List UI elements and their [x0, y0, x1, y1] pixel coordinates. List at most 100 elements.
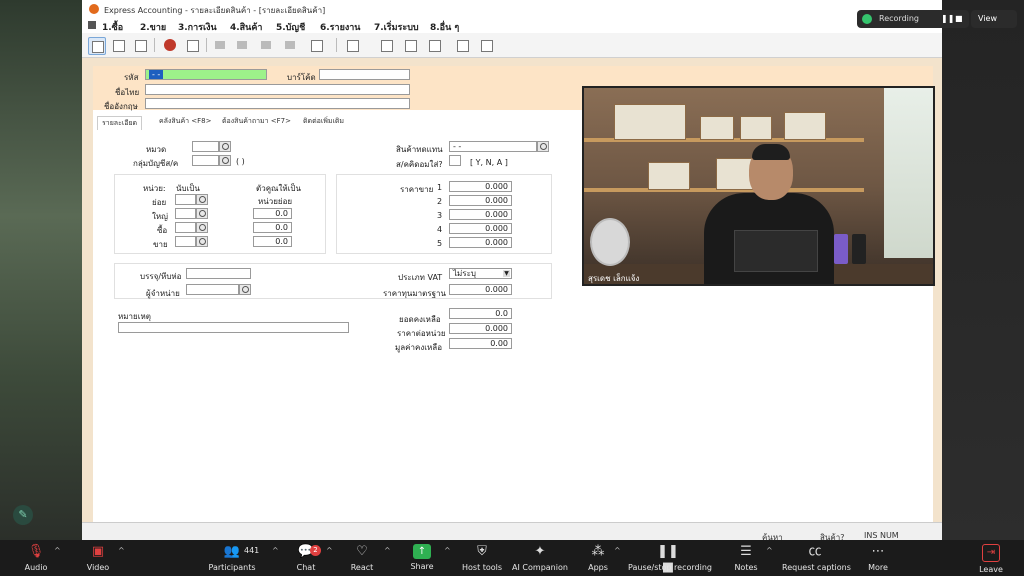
share-button[interactable]: ↑ Share [406, 544, 438, 574]
video-tile[interactable]: สุรเดช เล็กแจ้ง [582, 86, 935, 286]
annotate-pencil-icon[interactable]: ✎ [13, 505, 33, 525]
price-input-5[interactable]: 0.000 [449, 237, 512, 248]
price-input-1[interactable]: 0.000 [449, 181, 512, 192]
substitute-lookup-icon[interactable] [537, 141, 549, 152]
price-input-4[interactable]: 0.000 [449, 223, 512, 234]
balance-amount-input[interactable]: 0.00 [449, 338, 512, 349]
thai-name-input[interactable] [145, 84, 410, 95]
prompt-label: ส/คคิดอมใส่? [396, 160, 443, 169]
dropdown-arrow-icon[interactable]: ▼ [503, 270, 510, 277]
unit-cost-input[interactable]: 0.000 [449, 323, 512, 334]
notes-icon: ☰ [740, 544, 752, 559]
account-group-lookup-icon[interactable] [219, 155, 231, 166]
account-group-input[interactable] [192, 155, 219, 166]
menu-item-sales[interactable]: 2.ขาย [140, 20, 166, 34]
search-icon[interactable] [308, 37, 324, 53]
chevron-up-icon[interactable]: ^ [444, 546, 451, 555]
audio-button[interactable]: 🎙 Audio ^ [18, 544, 61, 574]
menu-item-purchase[interactable]: 1.ซื้อ [102, 20, 123, 34]
balance-input[interactable]: 0.0 [449, 308, 512, 319]
tab-warehouse[interactable]: คลังสินค้า <F8> [159, 116, 212, 127]
factor-input-sale[interactable]: 0.0 [253, 236, 292, 247]
save-icon[interactable] [184, 37, 200, 53]
unit-lookup-icon[interactable] [196, 208, 208, 219]
unit-input-sale[interactable] [175, 236, 196, 247]
delete-icon[interactable] [132, 37, 148, 53]
chevron-up-icon[interactable]: ^ [326, 546, 333, 555]
print-icon[interactable] [344, 37, 360, 53]
pause-stop-recording-button[interactable]: ❚❚ ■ Pause/stop recording [628, 544, 712, 575]
cup [834, 234, 848, 264]
unit-lookup-icon[interactable] [196, 194, 208, 205]
price-input-3[interactable]: 0.000 [449, 209, 512, 220]
participant-name: สุรเดช เล็กแจ้ง [588, 274, 640, 283]
tab-contact[interactable]: ติดต่อเพิ่มเติม [303, 116, 344, 127]
eng-name-label: ชื่ออังกฤษ [104, 102, 138, 111]
supplier-input[interactable] [186, 284, 239, 295]
ai-companion-button[interactable]: ✦ AI Companion [512, 544, 568, 574]
vat-select[interactable]: ไม่ระบุ ▼ [449, 268, 512, 279]
chevron-up-icon[interactable]: ^ [766, 546, 773, 555]
host-tools-button[interactable]: ⛨ Host tools [462, 544, 502, 574]
remark-input[interactable] [118, 322, 349, 333]
notes-button[interactable]: ☰ Notes [732, 544, 760, 574]
category-input[interactable] [192, 141, 219, 152]
chevron-up-icon[interactable]: ^ [384, 546, 391, 555]
tab-vendor-products[interactable]: ต้องสินค้าถามา <F7> [222, 116, 291, 127]
request-captions-button[interactable]: ㏄ Request captions [782, 544, 851, 574]
unit-lookup-icon[interactable] [196, 222, 208, 233]
layout-icon[interactable] [454, 37, 470, 53]
factor-input-large[interactable]: 0.0 [253, 208, 292, 219]
unit-input-purchase[interactable] [175, 222, 196, 233]
std-cost-input[interactable]: 0.000 [449, 284, 512, 295]
video-button[interactable]: ▣ Video ^ [80, 544, 125, 574]
chevron-up-icon[interactable]: ^ [614, 546, 621, 555]
menu-item-other[interactable]: 8.อื่น ๆ [430, 20, 459, 34]
pack-input[interactable] [186, 268, 251, 279]
chevron-up-icon[interactable]: ^ [272, 546, 279, 555]
unit-lookup-icon[interactable] [196, 236, 208, 247]
view-button[interactable]: View [971, 10, 1017, 28]
barcode-input[interactable] [319, 69, 410, 80]
first-icon[interactable] [212, 37, 228, 53]
prompt-input[interactable] [449, 155, 461, 166]
more-button[interactable]: ⋯ More [864, 544, 892, 574]
chevron-up-icon[interactable]: ^ [118, 546, 125, 555]
prev-icon[interactable] [234, 37, 250, 53]
window-icon[interactable] [478, 37, 494, 53]
menu-item-accounting[interactable]: 5.บัญชี [276, 20, 305, 34]
price-level-3: 3 [437, 211, 443, 220]
next-icon[interactable] [258, 37, 274, 53]
pause-icon[interactable]: ❚❚ [941, 14, 954, 23]
tab-details[interactable]: รายละเอียด [97, 116, 143, 130]
stop-icon[interactable]: ■ [955, 14, 963, 23]
list-icon[interactable] [402, 37, 418, 53]
react-button[interactable]: ♡ React [346, 544, 378, 574]
unit-input-large[interactable] [175, 208, 196, 219]
supplier-lookup-icon[interactable] [239, 284, 251, 295]
edit-icon[interactable] [110, 37, 126, 53]
leave-button[interactable]: ⇥ Leave [976, 544, 1006, 574]
substitute-input[interactable]: - - [449, 141, 537, 152]
chat-button[interactable]: 💬 Chat 2 [292, 544, 321, 574]
price-input-2[interactable]: 0.000 [449, 195, 512, 206]
recording-indicator[interactable]: Recording ❚❚ ■ [857, 10, 969, 28]
new-doc-icon[interactable] [88, 37, 106, 55]
unit-input-base[interactable] [175, 194, 196, 205]
last-icon[interactable] [282, 37, 298, 53]
menu-item-inventory[interactable]: 4.สินค้า [230, 20, 262, 34]
participants-button[interactable]: 👥 Participants 441 [206, 544, 260, 574]
code-input[interactable]: - - [145, 69, 267, 80]
menu-item-setup[interactable]: 7.เริ่มระบบ [374, 20, 419, 34]
report-icon[interactable] [426, 37, 442, 53]
unit-header: หน่วย: [143, 184, 166, 193]
category-lookup-icon[interactable] [219, 141, 231, 152]
menu-item-reports[interactable]: 6.รายงาน [320, 20, 360, 34]
chevron-up-icon[interactable]: ^ [54, 546, 61, 555]
apps-button[interactable]: ⁂ Apps [584, 544, 612, 574]
factor-input-purchase[interactable]: 0.0 [253, 222, 292, 233]
eng-name-input[interactable] [145, 98, 410, 109]
cancel-icon[interactable] [162, 37, 178, 53]
grid-icon[interactable] [378, 37, 394, 53]
menu-item-finance[interactable]: 3.การเงิน [178, 20, 217, 34]
